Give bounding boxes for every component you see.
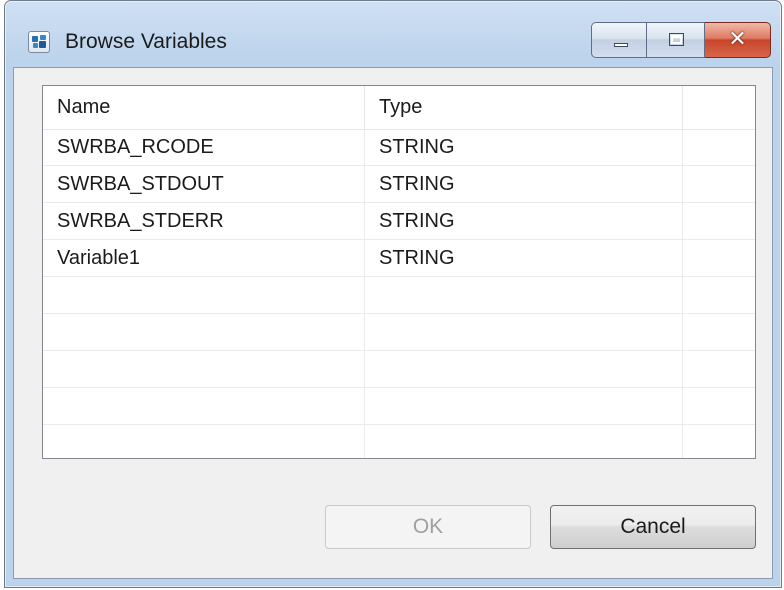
cancel-button[interactable]: Cancel bbox=[550, 505, 756, 549]
cell-name: SWRBA_RCODE bbox=[43, 129, 365, 166]
table-row-empty bbox=[43, 425, 755, 458]
ok-button[interactable]: OK bbox=[325, 505, 531, 549]
cell-type: STRING bbox=[365, 166, 683, 203]
cell-name: SWRBA_STDOUT bbox=[43, 166, 365, 203]
table-row[interactable]: Variable1 STRING bbox=[43, 240, 755, 277]
cell-name bbox=[43, 277, 365, 314]
maximize-icon bbox=[669, 33, 684, 46]
table-row[interactable]: SWRBA_RCODE STRING bbox=[43, 129, 755, 166]
cell-name bbox=[43, 314, 365, 351]
cell-filler bbox=[683, 388, 755, 425]
cell-filler bbox=[683, 425, 755, 458]
cell-type: STRING bbox=[365, 240, 683, 277]
table-header: Name Type bbox=[43, 86, 755, 130]
minimize-icon bbox=[614, 43, 628, 47]
variables-table[interactable]: Name Type SWRBA_RCODE STRING SWRBA_STDOU… bbox=[42, 85, 756, 459]
column-header-name[interactable]: Name bbox=[43, 86, 365, 129]
caption-buttons: ✕ bbox=[591, 22, 771, 60]
cell-filler bbox=[683, 314, 755, 351]
table-row-empty bbox=[43, 351, 755, 388]
table-row-empty bbox=[43, 388, 755, 425]
cell-filler bbox=[683, 166, 755, 203]
cell-filler bbox=[683, 351, 755, 388]
table-row-empty bbox=[43, 277, 755, 314]
column-header-filler bbox=[683, 86, 755, 129]
column-header-type[interactable]: Type bbox=[365, 86, 683, 129]
cell-filler bbox=[683, 277, 755, 314]
table-row-empty bbox=[43, 314, 755, 351]
close-button[interactable]: ✕ bbox=[705, 22, 771, 58]
cell-name bbox=[43, 425, 365, 458]
cell-type: STRING bbox=[365, 129, 683, 166]
close-icon: ✕ bbox=[728, 27, 747, 52]
cell-filler bbox=[683, 240, 755, 277]
cell-type bbox=[365, 425, 683, 458]
cell-name: SWRBA_STDERR bbox=[43, 203, 365, 240]
cell-filler bbox=[683, 203, 755, 240]
cell-name bbox=[43, 351, 365, 388]
browse-variables-dialog: Browse Variables ✕ Name Type SWRBA_RCODE bbox=[4, 0, 782, 588]
cell-name bbox=[43, 388, 365, 425]
cell-type bbox=[365, 388, 683, 425]
maximize-button[interactable] bbox=[647, 22, 705, 58]
minimize-button[interactable] bbox=[591, 22, 647, 58]
cell-type bbox=[365, 277, 683, 314]
app-icon[interactable] bbox=[28, 31, 50, 53]
window-title: Browse Variables bbox=[65, 30, 227, 53]
dialog-body: Name Type SWRBA_RCODE STRING SWRBA_STDOU… bbox=[13, 67, 773, 579]
table-row[interactable]: SWRBA_STDOUT STRING bbox=[43, 166, 755, 203]
cell-filler bbox=[683, 129, 755, 166]
cell-name: Variable1 bbox=[43, 240, 365, 277]
table-body: SWRBA_RCODE STRING SWRBA_STDOUT STRING S… bbox=[43, 129, 755, 458]
cell-type bbox=[365, 351, 683, 388]
cell-type bbox=[365, 314, 683, 351]
cell-type: STRING bbox=[365, 203, 683, 240]
table-row[interactable]: SWRBA_STDERR STRING bbox=[43, 203, 755, 240]
